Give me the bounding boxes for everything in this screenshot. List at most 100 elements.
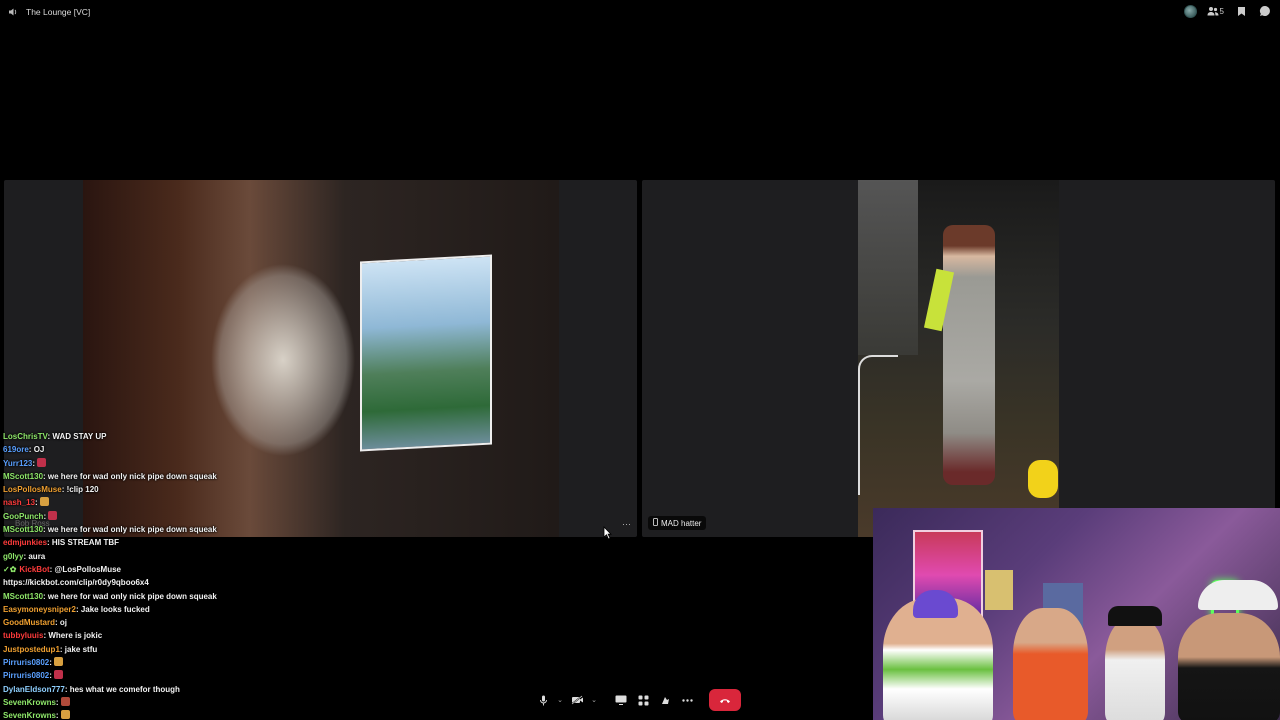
chat-overlay: LosChrisTV: WAD STAY UP 619ore: OJ Yurr123… (3, 430, 323, 720)
chat-text: https://kickbot.com/clip/r0dy9qboo6x4 (3, 578, 149, 588)
chat-username[interactable]: Yurr123 (3, 459, 32, 468)
chat-username[interactable]: MScott130 (3, 472, 43, 481)
chat-username[interactable]: LosPollosMuse (3, 485, 62, 494)
chat-username[interactable]: GooPunch (3, 512, 43, 521)
emote-icon (54, 657, 64, 667)
hat (1108, 606, 1162, 626)
chat-username[interactable]: 619ore (3, 445, 29, 454)
chat-message: LosChrisTV: WAD STAY UP (3, 432, 107, 441)
streamer-webcam (873, 508, 1280, 720)
chat-username[interactable]: nash_13 (3, 498, 35, 507)
chat-username[interactable]: Pirruris0802 (3, 671, 49, 680)
chat-text: WAD STAY UP (52, 432, 107, 441)
chat-username[interactable]: tubbyluuis (3, 631, 43, 640)
chat-bubble-icon[interactable] (1258, 4, 1272, 18)
chat-text: jake stfu (64, 644, 98, 654)
chat-username[interactable]: SevenKrowns (3, 698, 56, 707)
yellow-toy (1028, 460, 1058, 498)
chat-message: SevenKrowns: (3, 696, 323, 709)
chat-text: oj (59, 618, 67, 628)
emote-icon (54, 670, 64, 680)
chat-message: tubbyluuis: Where is jokic (3, 631, 103, 641)
video-tile-mad-hatter[interactable]: MAD hatter (642, 180, 1275, 537)
chat-text: we here for wad only nick pipe down sque… (47, 591, 217, 601)
microphone-icon[interactable] (533, 689, 553, 711)
chat-message: g0lyy: aura (3, 551, 46, 561)
chat-message: nash_13: (3, 496, 323, 509)
chat-message: https://kickbot.com/clip/r0dy9qboo6x4 (3, 576, 323, 589)
badge-icons: ✓✿ (3, 564, 17, 574)
wall-poster (985, 570, 1013, 610)
chat-message: SevenKrowns: (3, 709, 323, 720)
screen-share-icon[interactable] (611, 689, 631, 711)
chat-username[interactable]: edmjunkies (3, 538, 47, 547)
chat-message: edmjunkies: HIS STREAM TBF (3, 538, 120, 548)
chat-text: Where is jokic (48, 631, 103, 641)
chat-message: GoodMustard: oj (3, 618, 67, 628)
chat-message: ✓✿ KickBot: @LosPollosMuse (3, 564, 122, 574)
person (1013, 608, 1088, 720)
chat-username[interactable]: LosChrisTV (3, 432, 47, 441)
video-options-chevron-icon[interactable]: ⌄ (589, 689, 599, 711)
chat-message: MScott130: we here for wad only nick pip… (3, 525, 217, 535)
people-icon[interactable]: 5 (1207, 4, 1224, 18)
channel-title: The Lounge [VC] (26, 7, 91, 17)
person (943, 225, 995, 485)
microphone-options-chevron-icon[interactable]: ⌄ (555, 689, 565, 711)
chat-message: DylanEldson777: hes what we comefor thou… (3, 684, 180, 694)
chat-text: HIS STREAM TBF (51, 538, 120, 548)
video-feed (858, 180, 1059, 537)
chat-username[interactable]: KickBot (19, 565, 49, 574)
emote-icon (60, 710, 70, 720)
chair (858, 355, 898, 495)
chat-text: !clip 120 (66, 485, 99, 495)
chat-text: we here for wad only nick pipe down sque… (47, 525, 217, 535)
phone-icon (653, 518, 658, 528)
painting-canvas (360, 254, 492, 452)
activities-icon[interactable] (633, 689, 653, 711)
chat-message: MScott130: we here for wad only nick pip… (3, 591, 217, 601)
emote-icon (48, 510, 58, 520)
chat-username[interactable]: Justpostedup1 (3, 645, 60, 654)
hat (1198, 580, 1278, 610)
more-icon[interactable] (677, 689, 697, 711)
top-bar: The Lounge [VC] 5 (0, 0, 1280, 24)
participant-nameplate: MAD hatter (648, 516, 707, 530)
chat-username[interactable]: SevenKrowns (3, 711, 56, 720)
chat-username[interactable]: MScott130 (3, 525, 43, 534)
chat-username[interactable]: Easymoneysniper2 (3, 605, 76, 614)
chat-message: Pirruris0802: (3, 656, 323, 669)
chat-message: 619ore: OJ (3, 445, 45, 455)
chat-message: Justpostedup1: jake stfu (3, 644, 98, 654)
avatar[interactable] (1183, 4, 1197, 18)
chat-text: hes what we comefor though (69, 684, 180, 694)
chat-username[interactable]: Pirruris0802 (3, 658, 49, 667)
tree-trunk (858, 180, 918, 355)
bookmark-icon[interactable] (1234, 4, 1248, 18)
emote-icon (60, 696, 70, 706)
chat-username[interactable]: MScott130 (3, 592, 43, 601)
soundboard-icon[interactable] (655, 689, 675, 711)
person (1178, 613, 1280, 720)
mouse-cursor-icon (603, 526, 612, 540)
chat-message: LosPollosMuse: !clip 120 (3, 485, 99, 495)
leave-call-button[interactable] (709, 689, 741, 711)
leave-call-icon (720, 698, 730, 703)
speaker-icon (8, 6, 20, 18)
chat-username[interactable]: GoodMustard (3, 618, 55, 627)
chat-text: Jake looks fucked (80, 604, 150, 614)
chat-username[interactable]: DylanEldson777 (3, 685, 65, 694)
chat-message: Pirruris0802: (3, 669, 323, 682)
chat-message: MScott130: we here for wad only nick pip… (3, 471, 217, 481)
chat-text: OJ (33, 445, 45, 455)
tile-more-button[interactable]: ··· (622, 519, 631, 529)
participant-count: 5 (1219, 6, 1224, 16)
hat (913, 590, 958, 618)
chat-text: @LosPollosMuse (54, 564, 122, 574)
chat-message: GooPunch: (3, 510, 323, 523)
chat-message: Yurr123: (3, 457, 323, 470)
call-controls: ⌄ ⌄ (533, 688, 741, 712)
video-off-icon[interactable] (567, 689, 587, 711)
chat-username[interactable]: g0lyy (3, 552, 23, 561)
person (1105, 618, 1165, 720)
